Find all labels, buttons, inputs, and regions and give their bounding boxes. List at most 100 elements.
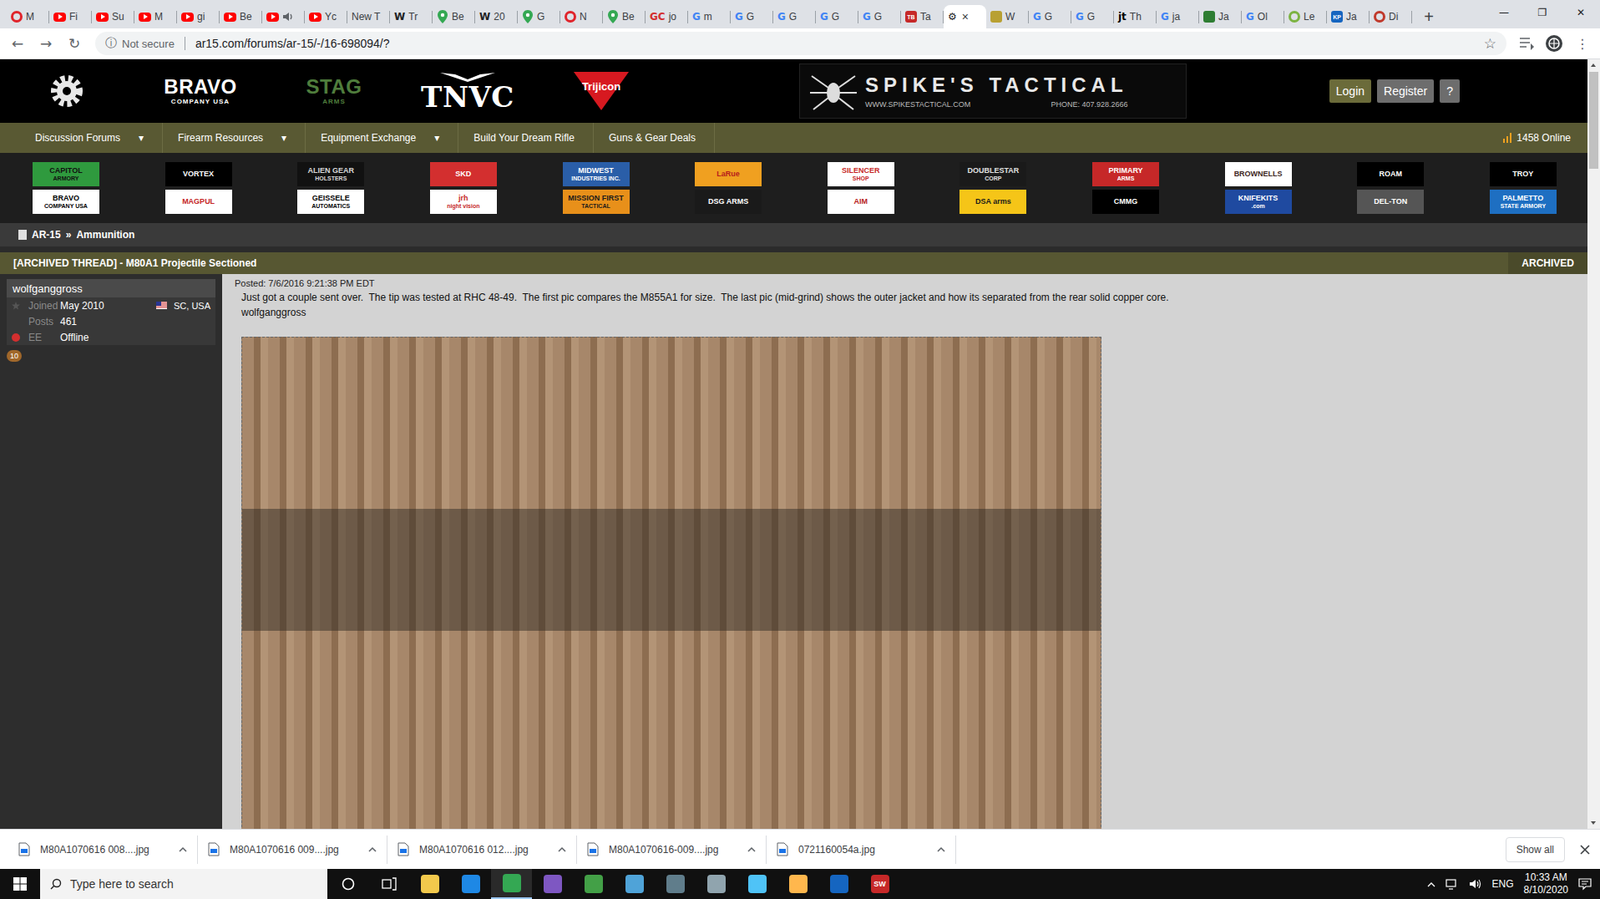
scrollbar-thumb[interactable]: [1589, 71, 1599, 169]
sponsor-logo[interactable]: CAPITOLARMORY: [32, 162, 100, 187]
header-button[interactable]: ?: [1439, 79, 1460, 103]
sponsor-logo[interactable]: SKD: [430, 162, 497, 187]
browser-tab[interactable]: M: [6, 5, 50, 29]
network-icon[interactable]: [1445, 877, 1459, 890]
taskbar-app[interactable]: [654, 868, 696, 899]
cortana-button[interactable]: [327, 868, 369, 899]
browser-tab[interactable]: G G: [730, 5, 774, 29]
header-button[interactable]: Login: [1329, 79, 1372, 103]
nav-button[interactable]: →: [33, 31, 59, 56]
browser-tab[interactable]: G ja: [1156, 5, 1200, 29]
profile-icon[interactable]: [1544, 34, 1564, 53]
browser-tab[interactable]: G G: [773, 5, 816, 29]
browser-tab[interactable]: W 20: [475, 5, 518, 29]
browser-tab[interactable]: gi: [177, 5, 220, 29]
browser-tab[interactable]: W: [986, 5, 1029, 29]
start-button[interactable]: [0, 868, 41, 899]
sponsor-logo[interactable]: TNVC: [400, 59, 535, 123]
sponsor-logo[interactable]: MIDWESTINDUSTRIES INC.: [562, 162, 630, 187]
nav-item[interactable]: Equipment Exchange ▾: [305, 122, 459, 153]
sponsor-logo[interactable]: STAGARMS: [267, 59, 401, 123]
browser-tab[interactable]: New T: [347, 5, 390, 29]
taskbar-app[interactable]: [777, 868, 819, 899]
show-all-button[interactable]: Show all: [1505, 836, 1565, 862]
sponsor-logo[interactable]: SILENCERSHOP: [827, 162, 895, 187]
browser-tab[interactable]: KP Ja: [1326, 5, 1370, 29]
sponsor-logo[interactable]: CMMG: [1092, 189, 1160, 214]
chevron-up-icon[interactable]: [1427, 881, 1436, 887]
browser-tab[interactable]: G Ol: [1241, 5, 1285, 29]
nav-item[interactable]: Discussion Forums ▾: [20, 122, 163, 153]
address-bar[interactable]: ⓘ Not secure ar15.com/forums/ar-15/-/16-…: [95, 31, 1507, 56]
nav-button[interactable]: ←: [5, 31, 31, 56]
browser-tab[interactable]: TB Ta: [901, 5, 944, 29]
sponsor-logo[interactable]: TROY: [1489, 162, 1557, 187]
taskbar-app[interactable]: [531, 868, 573, 899]
window-control-button[interactable]: ✕: [1561, 0, 1600, 26]
sponsor-logo[interactable]: ALIEN GEARHOLSTERS: [297, 162, 365, 187]
chevron-up-icon[interactable]: [368, 845, 377, 852]
post-photo[interactable]: [241, 336, 1102, 829]
taskbar-app[interactable]: [695, 868, 737, 899]
task-view-button[interactable]: [368, 868, 410, 899]
sponsor-logo[interactable]: ROAM: [1356, 162, 1424, 187]
browser-tab[interactable]: G G: [1028, 5, 1072, 29]
browser-tab[interactable]: Di: [1369, 5, 1413, 29]
browser-tab[interactable]: Be: [602, 5, 646, 29]
spikes-tactical-banner[interactable]: SPIKE'S TACTICAL WWW.SPIKESTACTICAL.COMP…: [799, 63, 1187, 119]
taskbar-app[interactable]: [450, 868, 492, 899]
browser-tab[interactable]: Le: [1284, 5, 1327, 29]
sponsor-logo[interactable]: AIM: [827, 189, 895, 214]
nav-item[interactable]: Firearm Resources ▾: [162, 122, 306, 153]
new-tab-button[interactable]: +: [1417, 5, 1441, 29]
security-label[interactable]: Not secure: [121, 37, 175, 51]
page-scrollbar[interactable]: [1587, 59, 1600, 829]
site-logo[interactable]: [0, 59, 134, 123]
download-item[interactable]: M80A1070616 009....jpg: [197, 835, 388, 864]
browser-tab[interactable]: Be: [219, 5, 263, 29]
sponsor-logo[interactable]: VORTEX: [165, 162, 233, 187]
window-control-button[interactable]: ❐: [1523, 0, 1562, 26]
close-icon[interactable]: [1579, 844, 1590, 855]
taskbar-app[interactable]: SW: [859, 868, 901, 899]
browser-tab[interactable]: G m: [688, 5, 731, 29]
nav-button[interactable]: ↻: [61, 31, 87, 56]
browser-tab[interactable]: G: [517, 5, 561, 29]
browser-tab[interactable]: Be: [432, 5, 476, 29]
url-text[interactable]: ar15.com/forums/ar-15/-/16-698094/?: [195, 36, 390, 51]
taskbar-app[interactable]: [491, 868, 532, 899]
breadcrumb-link[interactable]: AR-15: [31, 228, 61, 241]
reading-list-icon[interactable]: [1518, 35, 1535, 51]
sponsor-logo[interactable]: DSG ARMS: [694, 189, 762, 214]
browser-tab[interactable]: Ja: [1199, 5, 1242, 29]
sponsor-logo[interactable]: BRAVOCOMPANY USA: [133, 59, 268, 123]
sponsor-logo[interactable]: MISSION FIRSTTACTICAL: [562, 189, 630, 214]
taskbar-app[interactable]: [409, 868, 451, 899]
breadcrumb-link[interactable]: Ammunition: [75, 228, 135, 241]
speaker-icon[interactable]: [282, 11, 294, 22]
nav-item[interactable]: Build Your Dream Rifle: [458, 122, 594, 153]
sponsor-logo[interactable]: PALMETTOSTATE ARMORY: [1489, 189, 1557, 214]
window-control-button[interactable]: —: [1484, 0, 1524, 26]
volume-icon[interactable]: [1468, 877, 1483, 890]
download-item[interactable]: 0721160054a.jpg: [766, 835, 957, 864]
browser-tab[interactable]: G G: [858, 5, 902, 29]
taskbar-app[interactable]: [572, 868, 614, 899]
browser-tab[interactable]: G G: [815, 5, 859, 29]
chevron-up-icon[interactable]: [178, 845, 188, 852]
browser-tab[interactable]: N: [560, 5, 603, 29]
sponsor-logo[interactable]: DOUBLESTARCORP: [959, 162, 1027, 187]
browser-tab[interactable]: jt Th: [1113, 5, 1157, 29]
sponsor-logo[interactable]: BRAVOCOMPANY USA: [32, 189, 100, 214]
browser-tab[interactable]: W Tr: [389, 5, 433, 29]
sponsor-logo[interactable]: LaRue: [694, 162, 762, 187]
browser-tab[interactable]: G G: [1071, 5, 1114, 29]
download-item[interactable]: M80A1070616-009....jpg: [577, 835, 767, 864]
sponsor-logo[interactable]: DEL-TON: [1356, 189, 1424, 214]
browser-tab[interactable]: Su: [91, 5, 135, 29]
sponsor-logo[interactable]: BROWNELLS: [1225, 162, 1292, 187]
clock[interactable]: 10:33 AM 8/10/2020: [1524, 870, 1569, 897]
browser-tab[interactable]: M: [134, 5, 178, 29]
sponsor-logo[interactable]: PRIMARYARMS: [1092, 162, 1160, 187]
bookmark-star-icon[interactable]: ☆: [1483, 35, 1497, 52]
